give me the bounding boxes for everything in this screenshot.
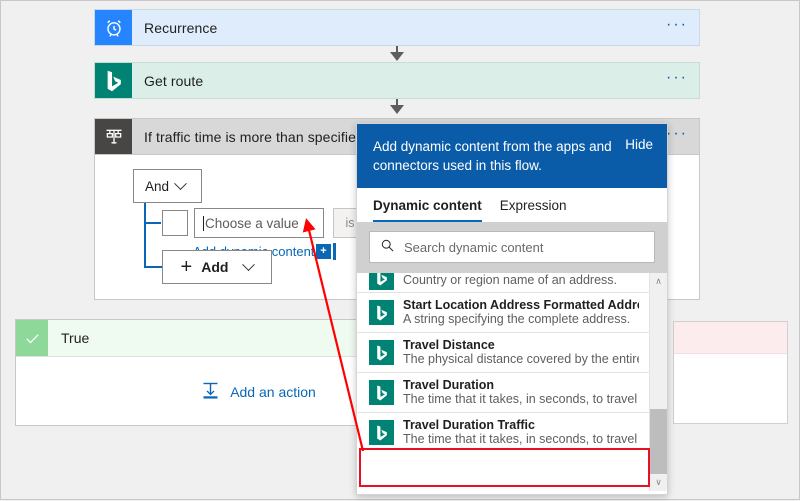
- list-item-text: Travel Distance The physical distance co…: [403, 338, 639, 366]
- logical-operator-dropdown[interactable]: And: [133, 169, 202, 203]
- add-dynamic-content-badge[interactable]: +: [316, 244, 331, 259]
- checkmark-icon: [16, 320, 48, 356]
- scroll-down-icon[interactable]: ∨: [650, 474, 667, 491]
- condition-icon: [95, 119, 132, 154]
- list-item-description: The physical distance covered by the ent…: [403, 352, 639, 366]
- bing-maps-icon: [369, 380, 394, 405]
- list-item[interactable]: Travel Distance The physical distance co…: [357, 333, 649, 373]
- dynamic-content-indicator: [333, 243, 336, 260]
- step-title: Get route: [144, 72, 204, 89]
- dynamic-content-banner-text: Add dynamic content from the apps and co…: [373, 139, 612, 173]
- condition-tree-line: [144, 222, 161, 224]
- step-menu-button[interactable]: ···: [655, 63, 699, 98]
- branch-true-label: True: [61, 330, 90, 346]
- condition-operator-label: is: [345, 216, 355, 230]
- connector-arrow-icon: [390, 105, 404, 114]
- list-item-name: Travel Duration: [403, 378, 494, 392]
- hide-panel-button[interactable]: Hide: [617, 137, 653, 152]
- list-item-travel-duration-traffic[interactable]: Travel Duration Traffic The time that it…: [357, 413, 649, 452]
- branch-false[interactable]: [673, 321, 788, 424]
- list-item[interactable]: Country or region name of an address.: [357, 273, 649, 293]
- list-item-description: Country or region name of an address.: [403, 273, 618, 287]
- dynamic-content-banner: Add dynamic content from the apps and co…: [357, 124, 667, 188]
- scrollbar-thumb[interactable]: [650, 409, 667, 474]
- add-condition-button[interactable]: + Add: [162, 250, 272, 284]
- plus-icon: +: [180, 256, 193, 278]
- search-area: Search dynamic content: [357, 222, 667, 273]
- choose-a-value-input[interactable]: Choose a value: [194, 208, 324, 238]
- bing-maps-icon: [369, 420, 394, 445]
- bing-maps-icon: [369, 340, 394, 365]
- list-item-description: The time that it takes, in seconds, to t…: [403, 432, 639, 446]
- tab-dynamic-content[interactable]: Dynamic content: [373, 198, 482, 222]
- flow-designer-canvas: Recurrence ··· Get route ··· If traffic …: [0, 0, 800, 500]
- search-placeholder: Search dynamic content: [404, 239, 544, 255]
- choose-a-value-placeholder: Choose a value: [205, 215, 299, 231]
- step-menu-button[interactable]: ···: [655, 10, 699, 45]
- step-header[interactable]: Get route ···: [94, 62, 700, 99]
- list-item-name: Travel Distance: [403, 338, 495, 352]
- list-item-text: Start Location Address Formatted Address…: [403, 298, 639, 326]
- step-title: Recurrence: [144, 19, 218, 36]
- tab-expression[interactable]: Expression: [500, 198, 567, 222]
- chevron-down-icon: [242, 257, 256, 271]
- text-caret: [203, 215, 204, 231]
- dynamic-content-panel: Add dynamic content from the apps and co…: [356, 123, 668, 495]
- list-item-description: A string specifying the complete address…: [403, 312, 631, 326]
- search-dynamic-content-input[interactable]: Search dynamic content: [369, 231, 655, 263]
- chevron-down-icon: [174, 176, 187, 190]
- list-item-name: Start Location Address Formatted Address: [403, 298, 639, 312]
- logical-operator-label: And: [145, 178, 170, 194]
- condition-tree-line: [144, 203, 146, 267]
- list-item-text: Travel Duration Traffic The time that it…: [403, 418, 639, 446]
- flow-step-recurrence[interactable]: Recurrence ···: [94, 9, 700, 46]
- flow-step-get-route[interactable]: Get route ···: [94, 62, 700, 99]
- condition-tree-line: [144, 266, 162, 268]
- condition-row-checkbox[interactable]: [162, 210, 188, 236]
- dynamic-content-list-wrapper: Country or region name of an address. St…: [357, 273, 667, 491]
- list-item[interactable]: Travel Duration The time that it takes, …: [357, 373, 649, 413]
- list-item-name: Travel Duration Traffic: [403, 418, 535, 432]
- scroll-up-icon[interactable]: ∧: [650, 273, 667, 290]
- list-item-text: Travel Duration The time that it takes, …: [403, 378, 639, 406]
- list-scrollbar[interactable]: ∧ ∨: [649, 273, 667, 491]
- branch-false-header: [674, 322, 787, 354]
- bing-maps-icon: [369, 273, 394, 290]
- bing-maps-icon: [369, 300, 394, 325]
- dynamic-content-list: Country or region name of an address. St…: [357, 273, 649, 491]
- dynamic-content-tabs: Dynamic content Expression: [357, 188, 667, 222]
- add-action-label: Add an action: [230, 384, 316, 400]
- step-header[interactable]: Recurrence ···: [94, 9, 700, 46]
- search-icon: [380, 238, 395, 256]
- list-item-description: The time that it takes, in seconds, to t…: [403, 392, 639, 406]
- list-item[interactable]: Start Location Address Formatted Address…: [357, 293, 649, 333]
- alarm-clock-icon: [95, 10, 132, 45]
- bing-maps-icon: [95, 63, 132, 98]
- add-condition-label: Add: [201, 259, 229, 275]
- add-action-icon: [200, 380, 221, 404]
- list-item-text: Country or region name of an address.: [403, 273, 639, 287]
- connector-arrow-icon: [390, 52, 404, 61]
